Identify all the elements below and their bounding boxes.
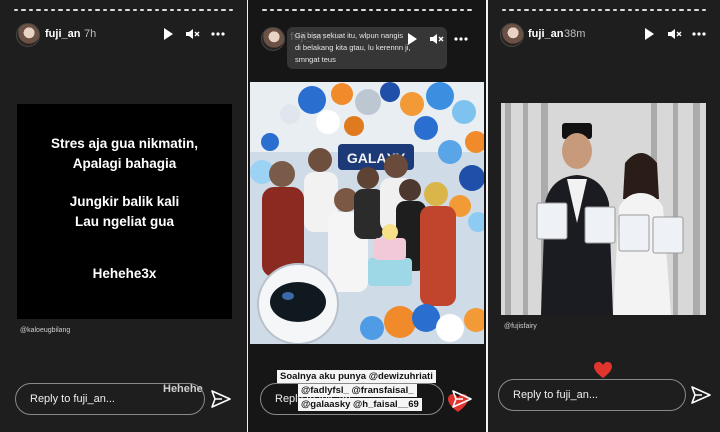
caption-overlay: Ga bisa sekuat itu, wlpun nangis di bela… bbox=[287, 27, 447, 69]
story-line-3: Jungkir balik kali bbox=[69, 194, 180, 209]
party-scene: GALAXY bbox=[250, 82, 484, 344]
reply-input[interactable]: Reply to fuji_an... bbox=[15, 383, 205, 415]
story-panel-3: fuji_an 38m @fujisfairy Reply to fuji_an… bbox=[488, 0, 720, 432]
post-time: 38m bbox=[564, 28, 586, 40]
source-credit: @fujisfairy bbox=[504, 323, 537, 330]
heart-icon bbox=[594, 361, 612, 379]
mention-tag-line-2[interactable]: @fadlyfsl_ @fransfaisal_ bbox=[298, 384, 417, 397]
source-credit: @kaloeugbilang bbox=[20, 327, 71, 334]
mention-tag-line-3[interactable]: @galaasky @h_faisal__69 bbox=[298, 398, 422, 411]
story-line-2: Apalagi bahagia bbox=[72, 156, 177, 171]
avatar[interactable] bbox=[16, 23, 40, 47]
reply-placeholder: Reply to fuji_an... bbox=[30, 393, 115, 405]
more-icon[interactable] bbox=[453, 31, 469, 47]
post-time: 7h bbox=[84, 28, 97, 40]
story-text-card: Stres aja gua nikmatin, Apalagi bahagia … bbox=[17, 104, 232, 319]
play-icon[interactable] bbox=[404, 31, 420, 47]
story-line-1: Stres aja gua nikmatin, bbox=[50, 136, 199, 151]
story-progress-bars bbox=[262, 9, 473, 11]
send-icon[interactable] bbox=[210, 388, 232, 410]
party-photo: GALAXY bbox=[250, 82, 484, 344]
story-panel-2: GALAXY fuji_an 6h bbox=[248, 0, 486, 432]
mention-tag-line-1[interactable]: Soalnya aku punya @dewizuhriati bbox=[277, 370, 436, 383]
mute-icon[interactable] bbox=[184, 26, 200, 42]
send-icon[interactable] bbox=[451, 388, 473, 410]
mute-icon[interactable] bbox=[666, 26, 682, 42]
story-line-4: Lau ngeliat gua bbox=[74, 214, 174, 229]
reply-placeholder: Reply to fuji_an... bbox=[513, 389, 598, 401]
send-icon[interactable] bbox=[690, 384, 712, 406]
play-icon[interactable] bbox=[160, 26, 176, 42]
more-icon[interactable] bbox=[691, 26, 707, 42]
more-icon[interactable] bbox=[210, 26, 226, 42]
username[interactable]: fuji_an bbox=[528, 28, 563, 40]
mute-icon[interactable] bbox=[428, 31, 444, 47]
play-icon[interactable] bbox=[641, 26, 657, 42]
caption-line-3: smngat teus bbox=[295, 55, 336, 64]
story-line-5: Hehehe3x bbox=[92, 266, 157, 281]
story-progress-bars bbox=[14, 9, 234, 11]
story-progress-bars bbox=[502, 9, 706, 11]
couple-photo bbox=[501, 103, 706, 315]
avatar[interactable] bbox=[500, 23, 524, 47]
username[interactable]: fuji_an bbox=[45, 28, 80, 40]
reply-input[interactable]: Reply to fuji_an... bbox=[498, 379, 686, 411]
couple-scene bbox=[501, 103, 706, 315]
avatar[interactable] bbox=[261, 27, 285, 51]
story-panel-1: fuji_an 7h Stres aja gua nikmatin, Apala… bbox=[0, 0, 247, 432]
